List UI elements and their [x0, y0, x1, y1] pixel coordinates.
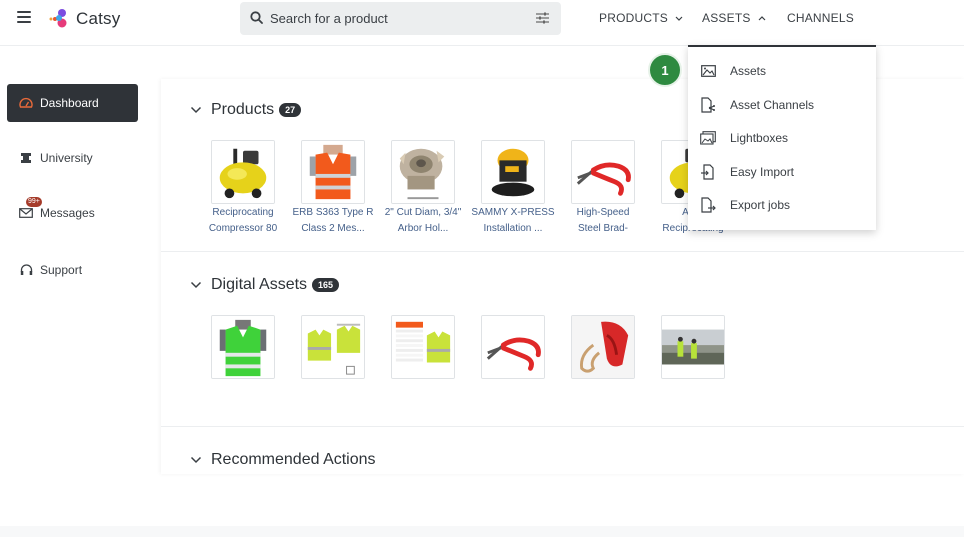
product-title-link[interactable]: Reciprocating Compressor 80: [195, 205, 291, 237]
orange-safety-vest-image: [302, 141, 364, 203]
top-header: Catsy PRODUCTS ASSETS CHANNELS: [0, 0, 964, 46]
sidebar-item-label: University: [40, 151, 93, 165]
nav-assets[interactable]: ASSETS: [702, 11, 766, 25]
menu-item-easy-import[interactable]: Easy Import: [688, 157, 876, 187]
envelope-icon: 99+: [18, 197, 42, 221]
yellow-vest-drawing-image: [302, 316, 364, 378]
green-safety-vest-image: [212, 316, 274, 378]
recommended-actions-section-header[interactable]: Recommended Actions: [190, 451, 376, 469]
menu-item-asset-channels[interactable]: Asset Channels: [688, 90, 876, 120]
menu-item-export-jobs[interactable]: Export jobs: [688, 190, 876, 220]
product-thumbnail[interactable]: [211, 140, 275, 204]
sidebar-item-support[interactable]: Support: [7, 251, 138, 289]
sidebar-item-dashboard[interactable]: Dashboard: [7, 84, 138, 122]
file-import-icon: [700, 164, 716, 180]
chevron-down-icon: [676, 16, 683, 21]
file-share-icon: [700, 97, 716, 113]
menu-item-lightboxes[interactable]: Lightboxes: [688, 123, 876, 153]
red-tool-closeup-image: [572, 316, 634, 378]
air-compressor-image: [212, 141, 274, 203]
hamburger-menu-icon[interactable]: [17, 11, 31, 23]
product-thumbnail[interactable]: [391, 140, 455, 204]
assets-dropdown-menu: Assets Asset Channels Lightboxes Easy Im…: [688, 45, 876, 230]
gauge-icon: [18, 95, 34, 111]
asset-thumbnail[interactable]: [661, 315, 725, 379]
chevron-down-icon: [190, 456, 202, 464]
headset-icon: [18, 262, 34, 278]
milling-cutter-image: [392, 141, 454, 203]
catsy-logo-icon: [49, 9, 67, 28]
filter-sliders-icon[interactable]: [536, 12, 549, 24]
graduation-cap-icon: [18, 150, 34, 166]
products-section-header[interactable]: Products 27: [190, 101, 302, 119]
red-pliers-image: [482, 316, 544, 378]
nav-products[interactable]: PRODUCTS: [599, 11, 683, 25]
sidebar-item-messages[interactable]: 99+ Messages: [7, 194, 138, 232]
image-icon: [700, 63, 716, 79]
chevron-up-icon: [758, 16, 766, 21]
asset-thumbnail[interactable]: [211, 315, 275, 379]
product-title-link[interactable]: ERB S363 Type R Class 2 Mes...: [285, 205, 381, 237]
search-input[interactable]: [270, 2, 520, 35]
section-title: Digital Assets: [211, 276, 308, 293]
digital-assets-count-badge: 165: [312, 278, 340, 292]
product-thumbnail[interactable]: [571, 140, 635, 204]
gallery-icon: [700, 130, 716, 146]
nav-channels[interactable]: CHANNELS: [787, 11, 854, 25]
file-export-icon: [700, 197, 716, 213]
digital-assets-section-header[interactable]: Digital Assets 165: [190, 276, 340, 294]
section-divider: [161, 251, 964, 252]
asset-thumbnail[interactable]: [391, 315, 455, 379]
unread-count-badge: 99+: [26, 197, 42, 207]
sidebar-item-university[interactable]: University: [7, 139, 138, 177]
orbital-sander-image: [482, 141, 544, 203]
asset-thumbnail[interactable]: [481, 315, 545, 379]
asset-thumbnail[interactable]: [571, 315, 635, 379]
chevron-down-icon: [190, 106, 202, 114]
section-title: Recommended Actions: [211, 451, 376, 468]
asset-thumbnail[interactable]: [301, 315, 365, 379]
product-thumbnail[interactable]: [481, 140, 545, 204]
size-chart-image: [392, 316, 454, 378]
page-footer-strip: [0, 526, 964, 537]
products-count-badge: 27: [279, 103, 302, 117]
red-pliers-image: [572, 141, 634, 203]
sidebar-item-label: Dashboard: [40, 96, 99, 110]
catsy-logo[interactable]: Catsy: [48, 8, 120, 30]
product-title-link[interactable]: High-Speed Steel Brad-: [555, 205, 651, 237]
workers-field-photo-image: [662, 316, 724, 378]
step-number-badge: 1: [648, 53, 682, 87]
menu-item-assets[interactable]: Assets: [688, 56, 876, 86]
product-title-link[interactable]: SAMMY X-PRESS Installation ...: [465, 205, 561, 237]
chevron-down-icon: [190, 281, 202, 289]
product-title-link[interactable]: 2" Cut Diam, 3/4" Arbor Hol...: [375, 205, 471, 237]
sidebar-item-label: Messages: [40, 206, 95, 220]
product-search-bar: [240, 2, 561, 35]
product-thumbnail[interactable]: [301, 140, 365, 204]
sidebar-item-label: Support: [40, 263, 83, 277]
section-title: Products: [211, 101, 275, 118]
app-name: Catsy: [76, 9, 121, 28]
section-divider: [161, 426, 964, 427]
search-icon: [250, 11, 263, 24]
